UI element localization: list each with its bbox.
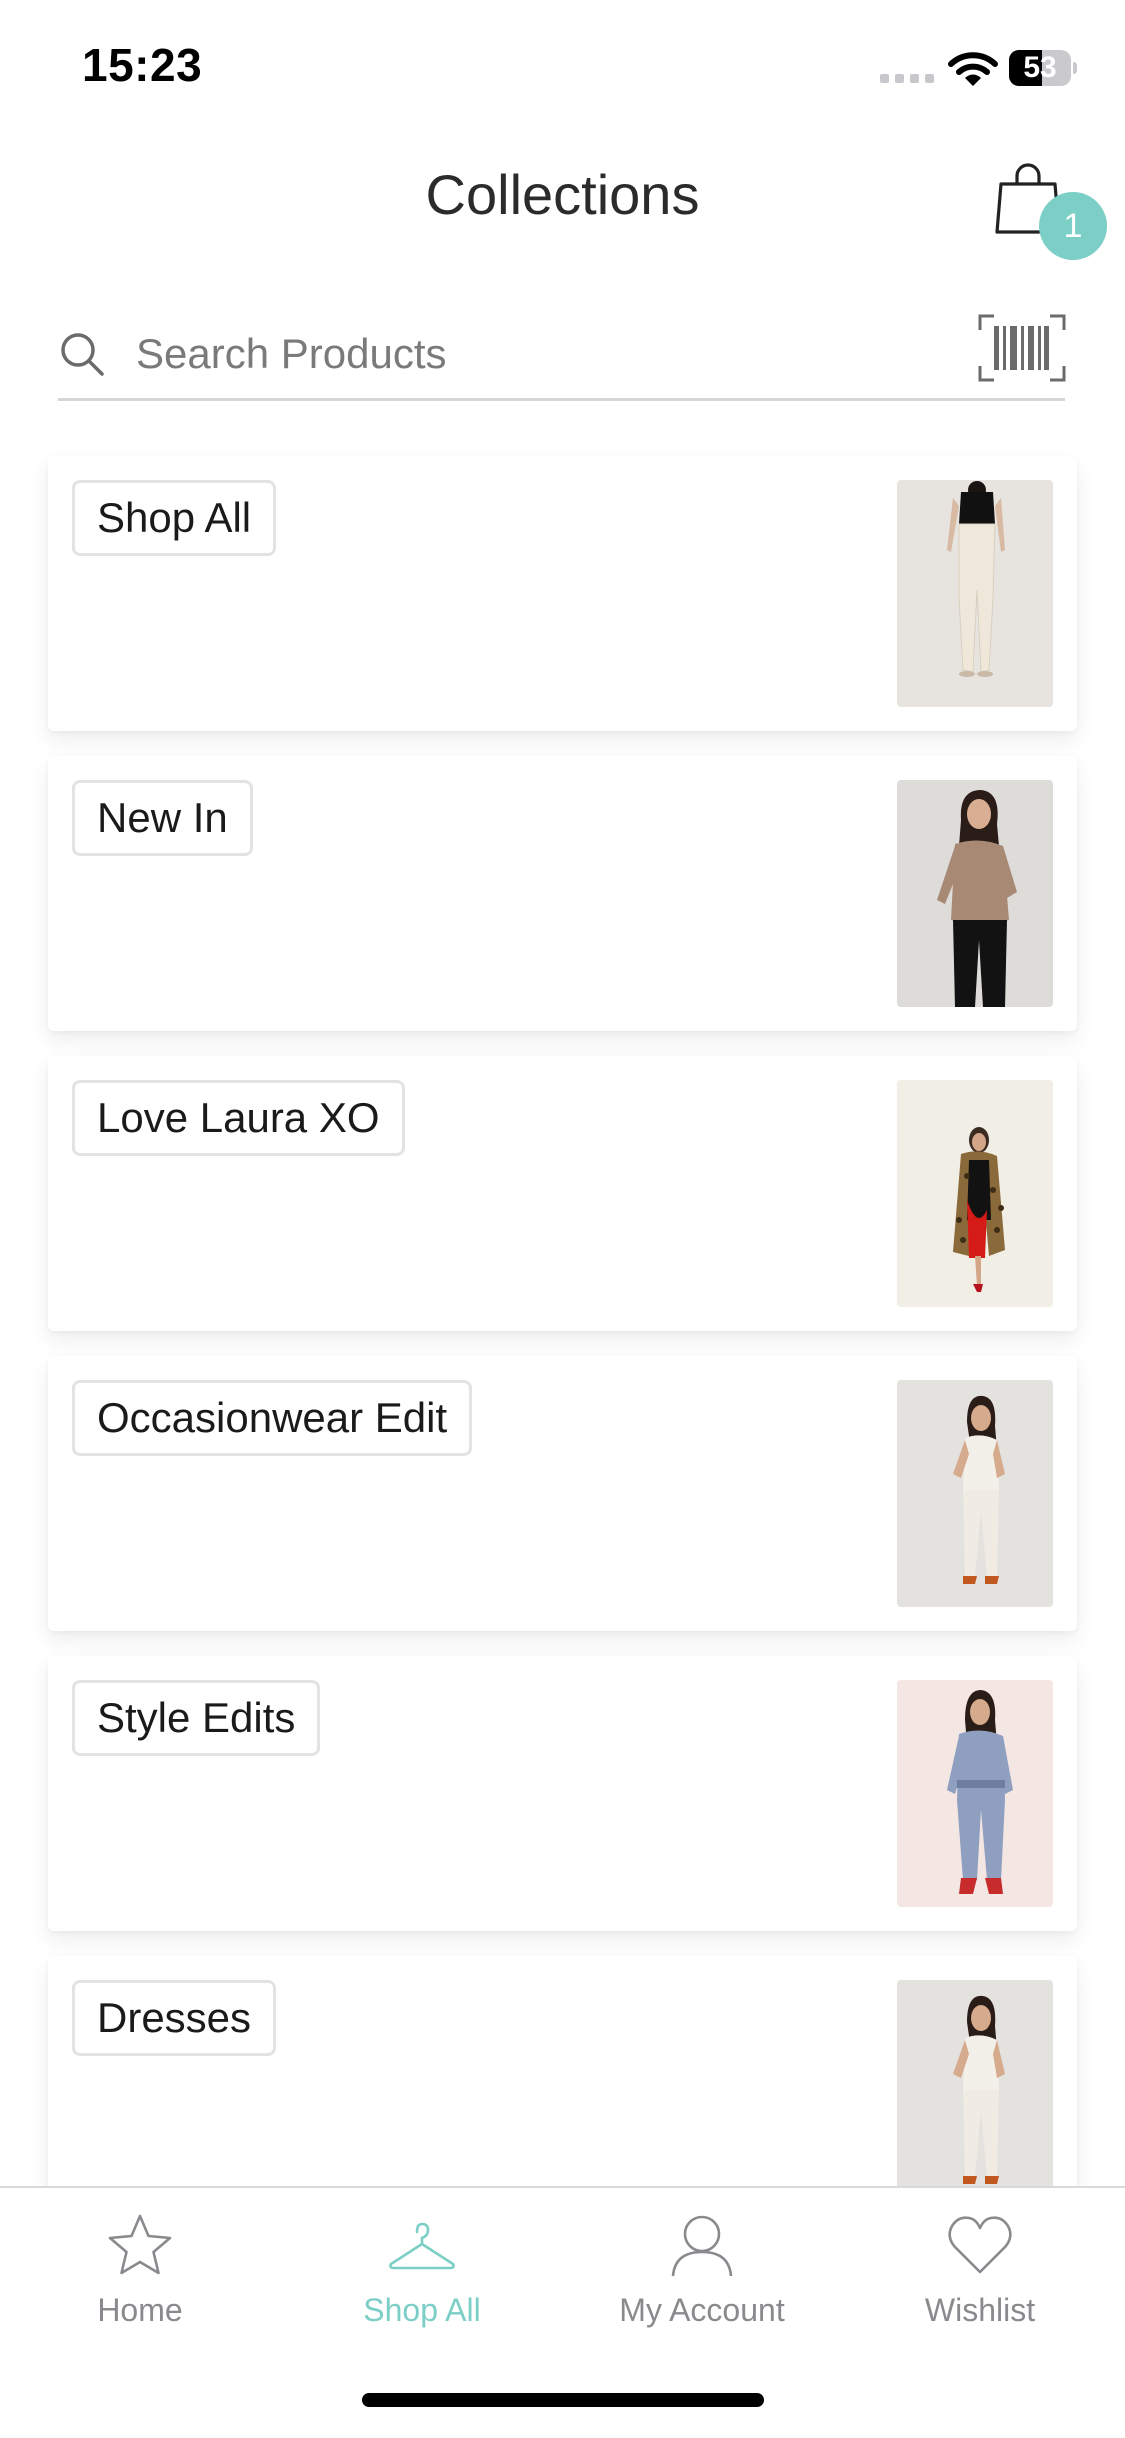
collection-label: Occasionwear Edit (72, 1380, 473, 1456)
search-bar (58, 304, 1066, 401)
tab-label: My Account (619, 2292, 785, 2328)
tab-my-account[interactable]: My Account (582, 2212, 822, 2362)
collection-card-new-in[interactable]: New In (48, 756, 1077, 1031)
collection-image (897, 1680, 1053, 1907)
tab-label: Wishlist (924, 2292, 1036, 2328)
collection-label: Dresses (72, 1980, 277, 2056)
collection-image (897, 780, 1053, 1007)
collection-card-style-edits[interactable]: Style Edits (48, 1656, 1077, 1931)
star-icon (108, 2214, 172, 2275)
search-icon (61, 333, 104, 376)
tab-label: Home (97, 2292, 183, 2328)
tab-shop-all[interactable]: Shop All (302, 2212, 542, 2362)
collection-label: Shop All (72, 480, 277, 556)
collection-label: Style Edits (72, 1680, 321, 1756)
home-indicator (362, 2393, 764, 2407)
barcode-scan-icon[interactable] (978, 314, 1066, 382)
collection-image (897, 1080, 1053, 1307)
tab-home[interactable]: Home (20, 2212, 260, 2362)
collection-card-dresses[interactable]: Dresses (48, 1956, 1077, 2186)
collection-label: Love Laura XO (72, 1080, 405, 1156)
collection-label: New In (72, 780, 253, 856)
collection-card-love-laura-xo[interactable]: Love Laura XO (48, 1056, 1077, 1331)
collection-card-occasionwear-edit[interactable]: Occasionwear Edit (48, 1356, 1077, 1631)
collection-image (897, 1980, 1053, 2186)
collection-image (897, 1380, 1053, 1607)
tab-label: Shop All (363, 2292, 481, 2328)
collection-image (897, 480, 1053, 707)
collection-card-shop-all[interactable]: Shop All (48, 456, 1077, 731)
person-icon (671, 2215, 733, 2277)
tab-wishlist[interactable]: Wishlist (860, 2212, 1100, 2362)
search-input[interactable] (134, 318, 958, 390)
hanger-icon (389, 2222, 455, 2270)
heart-icon (948, 2216, 1012, 2274)
